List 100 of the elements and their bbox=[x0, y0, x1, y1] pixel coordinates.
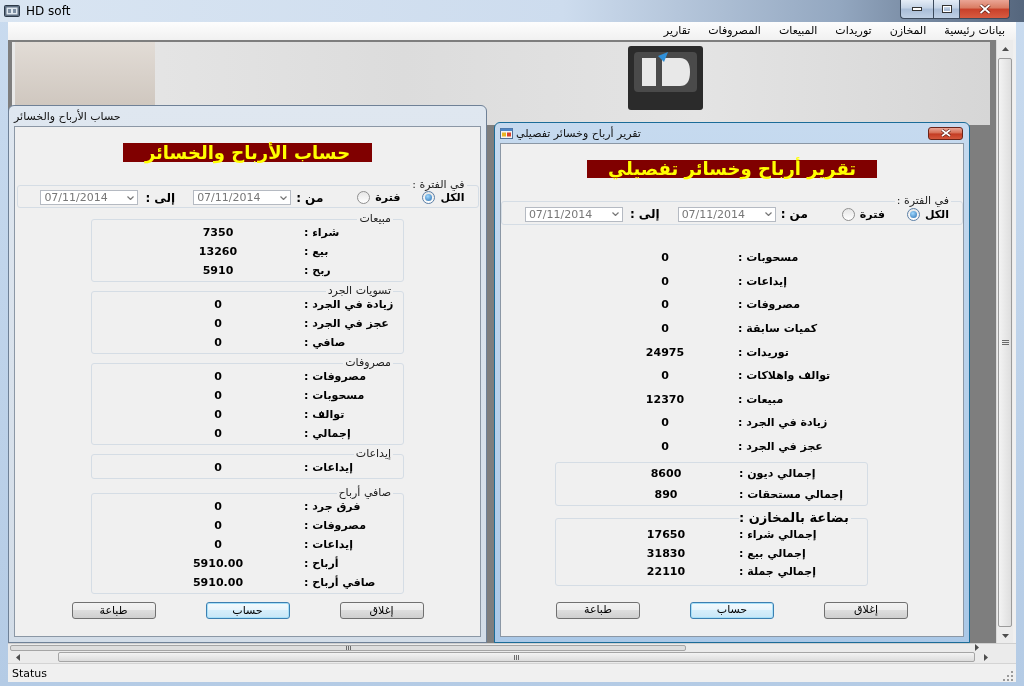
field-label: توريدات : bbox=[738, 345, 789, 359]
maximize-icon bbox=[941, 5, 952, 13]
dialog-button[interactable]: حساب bbox=[690, 601, 774, 619]
value-text: 5910.00 bbox=[192, 576, 244, 589]
value-text: 5910 bbox=[202, 264, 234, 277]
value-text: 0 bbox=[661, 322, 669, 336]
field-label: إلى : bbox=[145, 190, 176, 205]
radio-option[interactable]: فترة bbox=[841, 207, 885, 221]
dialog-button[interactable]: طباعة bbox=[556, 601, 640, 619]
value-text: 0 bbox=[661, 416, 669, 430]
value-text: 12370 bbox=[645, 392, 685, 406]
scroll-down-icon bbox=[1001, 634, 1009, 638]
field-label: كميات سابقة : bbox=[738, 322, 818, 336]
size-grip-icon[interactable] bbox=[1003, 671, 1013, 681]
menu-item[interactable]: تقارير bbox=[654, 23, 700, 39]
value-text: 0 bbox=[214, 500, 222, 513]
value-text: 0 bbox=[661, 440, 669, 454]
menu-item[interactable]: المبيعات bbox=[769, 23, 827, 39]
field-label: إيداعات : bbox=[304, 461, 353, 474]
field-label: إجمالي مستحقات : bbox=[739, 488, 844, 502]
dialog-button[interactable]: إغلاق bbox=[824, 601, 908, 619]
value-text: 0 bbox=[214, 538, 222, 551]
field-label: إجمالي : bbox=[304, 427, 351, 440]
scrollbar-thumb[interactable] bbox=[998, 58, 1012, 627]
minimize-icon bbox=[912, 7, 922, 11]
dialog-title: حساب الأرباح والخسائر bbox=[14, 109, 121, 123]
field-label: مصروفات : bbox=[304, 370, 366, 383]
group-label: مبيعات bbox=[357, 213, 393, 225]
field-label: إيداعات : bbox=[304, 538, 353, 551]
close-button[interactable] bbox=[959, 0, 1010, 19]
maximize-button[interactable] bbox=[933, 0, 959, 19]
field-label: أرباح : bbox=[304, 557, 339, 570]
value-text: 0 bbox=[214, 389, 222, 402]
group-label: إيداعات bbox=[353, 448, 393, 460]
value-text: 8600 bbox=[650, 467, 682, 481]
grip-icon bbox=[345, 645, 351, 650]
group-label: مصروفات bbox=[343, 357, 393, 369]
radio-option[interactable]: فترة bbox=[357, 191, 401, 204]
field-label: إيداعات : bbox=[738, 274, 787, 288]
status-text: Status bbox=[12, 666, 48, 680]
menu-item[interactable]: المخازن bbox=[880, 23, 936, 39]
field-label: إجمالي بيع : bbox=[739, 546, 806, 560]
field-label: شراء : bbox=[304, 226, 340, 239]
radio-option[interactable]: الكل bbox=[906, 207, 949, 221]
field-label: مصروفات : bbox=[304, 519, 366, 532]
value-text: 24975 bbox=[645, 345, 685, 359]
field-label: عجز في الجرد : bbox=[304, 317, 389, 330]
menu-item[interactable]: المصروفات bbox=[699, 23, 770, 39]
grip-icon bbox=[514, 654, 519, 660]
scroll-left-icon bbox=[16, 653, 20, 661]
app-icon bbox=[4, 3, 20, 19]
field-label: بيع : bbox=[304, 245, 329, 258]
field-label: زيادة في الجرد : bbox=[738, 416, 828, 430]
group-label: في الفترة : bbox=[894, 195, 951, 207]
field-label: مبيعات : bbox=[738, 392, 784, 406]
grip-icon bbox=[1001, 340, 1009, 345]
horizontal-scrollbar[interactable] bbox=[8, 651, 1016, 663]
field-label: صافي أرباح : bbox=[304, 576, 376, 589]
field-label: من : bbox=[296, 190, 324, 205]
vertical-scrollbar[interactable] bbox=[996, 40, 1013, 643]
chevron-down-icon bbox=[764, 212, 772, 216]
value-text: 13260 bbox=[198, 245, 238, 258]
menu-item[interactable]: بيانات رئيسية bbox=[935, 23, 1014, 39]
value-text: 0 bbox=[214, 519, 222, 532]
field-label: مسحوبات : bbox=[304, 389, 365, 402]
close-button[interactable] bbox=[928, 126, 963, 140]
value-text: 0 bbox=[661, 298, 669, 312]
value-text: 0 bbox=[214, 317, 222, 330]
field-label: توالف واهلاكات : bbox=[738, 369, 831, 383]
field-label: توالف : bbox=[304, 408, 345, 421]
minimize-button[interactable] bbox=[900, 0, 933, 19]
field-label: فرق جرد : bbox=[304, 500, 361, 513]
group-label: في الفترة : bbox=[410, 179, 467, 191]
value-text: 0 bbox=[214, 408, 222, 421]
field-label: زيادة في الجرد : bbox=[304, 298, 394, 311]
scroll-up-icon bbox=[1001, 46, 1009, 51]
value-text: 890 bbox=[654, 488, 678, 502]
chevron-down-icon bbox=[280, 195, 288, 200]
value-text: 0 bbox=[214, 370, 222, 383]
scrollbar-thumb[interactable] bbox=[58, 652, 975, 662]
radio-option[interactable]: الكل bbox=[422, 191, 465, 204]
value-text: 0 bbox=[214, 427, 222, 440]
menu-item[interactable]: توريدات bbox=[826, 23, 881, 39]
dialog-title: تقرير أرباح وخسائر تفصيلي bbox=[516, 126, 641, 140]
value-text: 7350 bbox=[202, 226, 234, 239]
value-text: 31830 bbox=[646, 546, 686, 560]
scrollbar-thumb[interactable] bbox=[10, 644, 686, 651]
value-text: 22110 bbox=[646, 565, 686, 579]
field-label: إجمالي جملة : bbox=[739, 565, 816, 579]
group-label: صافي أرباح bbox=[336, 487, 393, 499]
close-icon bbox=[978, 4, 991, 14]
field-label: مصروفات : bbox=[738, 298, 800, 312]
chevron-down-icon bbox=[127, 195, 135, 200]
value-text: 0 bbox=[661, 274, 669, 288]
field-label: عجز في الجرد : bbox=[738, 440, 823, 454]
field-label: إلى : bbox=[629, 207, 660, 221]
field-label: صافي : bbox=[304, 336, 346, 349]
field-label: إجمالي شراء : bbox=[739, 528, 817, 542]
report-title: حساب الأرباح والخسائر bbox=[123, 143, 372, 162]
window-title: HD soft bbox=[26, 4, 71, 18]
